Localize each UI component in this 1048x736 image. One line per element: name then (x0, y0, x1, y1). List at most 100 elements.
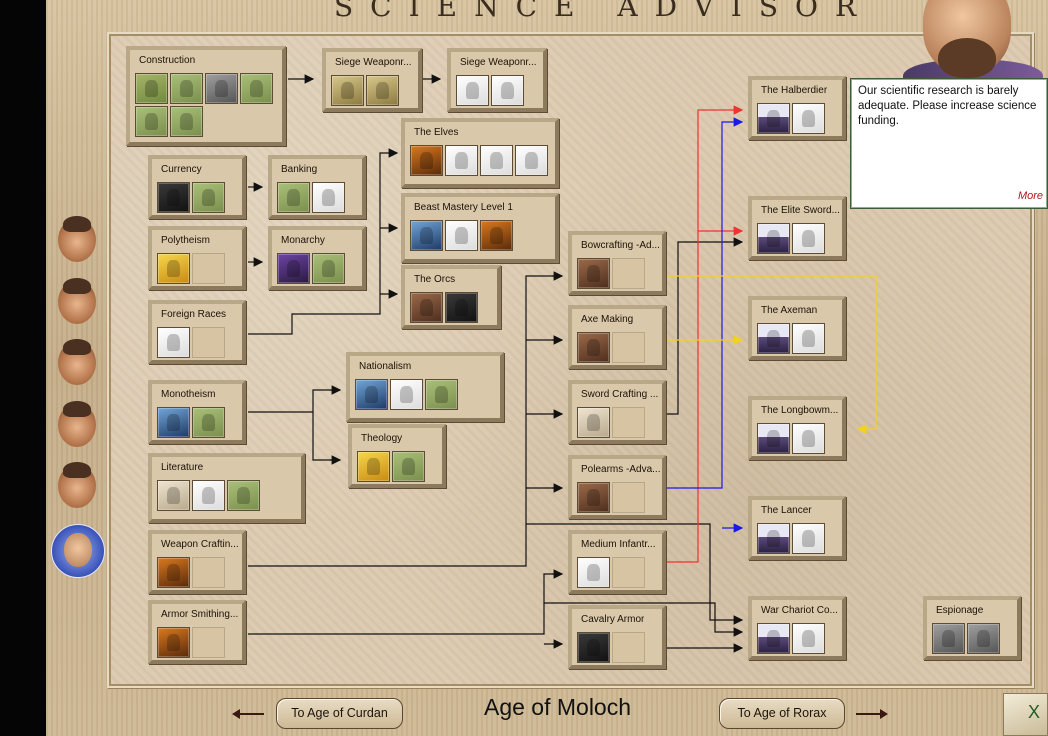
scroll-icon (425, 379, 458, 410)
army-icon (757, 523, 790, 554)
tech-node-elite[interactable]: The Elite Sword... (748, 196, 846, 260)
candle-icon (157, 253, 190, 284)
tech-node-axe[interactable]: Axe Making (568, 305, 666, 369)
advisor-portrait-1[interactable] (58, 216, 96, 262)
tech-node-construction[interactable]: Construction (126, 46, 286, 146)
close-button[interactable]: X (1003, 693, 1048, 736)
tech-node-elves[interactable]: The Elves (401, 118, 559, 188)
tech-node-label: Nationalism (359, 361, 412, 372)
advisor-message-box: Our scientific research is barely adequa… (850, 78, 1048, 209)
tech-node-theology[interactable]: Theology (348, 424, 446, 488)
advisor-portrait-science[interactable] (51, 524, 105, 578)
beast-icon (445, 220, 478, 251)
tech-node-label: Monotheism (161, 389, 216, 400)
prev-age-button[interactable]: To Age of Curdan (276, 698, 403, 729)
empty-slot (612, 332, 645, 363)
elf-knight-icon (515, 145, 548, 176)
colosseum-icon (170, 73, 203, 104)
crown-icon (277, 253, 310, 284)
tech-node-label: Literature (161, 462, 204, 473)
elf-warrior-icon (445, 145, 478, 176)
tech-node-medium[interactable]: Medium Infantr... (568, 530, 666, 594)
book-icon (157, 480, 190, 511)
tech-node-currency[interactable]: Currency (148, 155, 246, 219)
tech-node-orcs[interactable]: The Orcs (401, 265, 501, 329)
tech-node-foreign-races[interactable]: Foreign Races (148, 300, 246, 364)
school-icon (227, 480, 260, 511)
anvil-icon (157, 627, 190, 658)
tech-node-siege2[interactable]: Siege Weaponr... (447, 48, 547, 112)
library-icon (192, 480, 225, 511)
fire-icon (410, 145, 443, 176)
next-age-button[interactable]: To Age of Rorax (719, 698, 845, 729)
tech-node-armor[interactable]: Armor Smithing... (148, 600, 246, 664)
empty-slot (612, 557, 645, 588)
army-icon (757, 103, 790, 134)
tech-node-chariot[interactable]: War Chariot Co... (748, 596, 846, 660)
advisor-portrait-4[interactable] (58, 401, 96, 447)
map-icon (240, 73, 273, 104)
orc-icon (410, 292, 443, 323)
window-title: SCIENCE ADVISOR (334, 0, 874, 23)
longbowman-icon (792, 423, 825, 454)
tech-node-label: The Halberdier (761, 85, 828, 96)
siege-tower-icon (491, 75, 524, 106)
tech-node-nationalism[interactable]: Nationalism (346, 352, 504, 422)
tower-icon (205, 73, 238, 104)
army-icon (757, 623, 790, 654)
left-black-border (0, 0, 46, 736)
catapult-icon (366, 75, 399, 106)
tech-node-label: War Chariot Co... (761, 605, 838, 616)
spy-icon (932, 623, 965, 654)
tech-node-bow[interactable]: Bowcrafting -Ad... (568, 231, 666, 295)
tech-node-label: Banking (281, 164, 318, 175)
tech-node-label: The Lancer (761, 505, 812, 516)
house-icon (170, 106, 203, 137)
building-icon (312, 182, 345, 213)
tech-node-monotheism[interactable]: Monotheism (148, 380, 246, 444)
tower-icon (967, 623, 1000, 654)
advisor-portrait-2[interactable] (58, 278, 96, 324)
empty-slot (612, 407, 645, 438)
tech-node-label: The Elite Sword... (761, 205, 840, 216)
forge-icon (157, 557, 190, 588)
church-icon (192, 407, 225, 438)
catapult-icon (331, 75, 364, 106)
tech-node-label: Medium Infantr... (581, 539, 656, 550)
tech-node-cavalry[interactable]: Cavalry Armor (568, 605, 666, 669)
prev-age-arrow-icon (232, 709, 264, 719)
tech-node-label: Siege Weaponr... (460, 57, 537, 68)
tech-node-label: Sword Crafting ... (581, 389, 659, 400)
sword-icon (577, 407, 610, 438)
advisor-portrait-3[interactable] (58, 339, 96, 385)
tech-node-espionage[interactable]: Espionage (923, 596, 1021, 660)
bow-icon (577, 258, 610, 289)
more-link[interactable]: More (1018, 190, 1043, 202)
polearm-icon (577, 482, 610, 513)
chariot-icon (792, 623, 825, 654)
empty-slot (612, 482, 645, 513)
advisor-portrait-5[interactable] (58, 462, 96, 508)
tech-node-weapon[interactable]: Weapon Craftin... (148, 530, 246, 594)
tech-node-monarchy[interactable]: Monarchy (268, 226, 366, 290)
chainmail-icon (577, 557, 610, 588)
tech-node-literature[interactable]: Literature (148, 453, 305, 523)
tech-node-banking[interactable]: Banking (268, 155, 366, 219)
tech-node-longbow[interactable]: The Longbowm... (748, 396, 846, 460)
tech-node-lancer[interactable]: The Lancer (748, 496, 846, 560)
tech-node-sword[interactable]: Sword Crafting ... (568, 380, 666, 444)
temple-icon (135, 106, 168, 137)
tech-node-axeman[interactable]: The Axeman (748, 296, 846, 360)
tech-node-beast[interactable]: Beast Mastery Level 1 (401, 193, 559, 263)
close-icon: X (1028, 702, 1041, 722)
tech-node-label: Beast Mastery Level 1 (414, 202, 513, 213)
axe-icon (577, 332, 610, 363)
tech-node-siege1[interactable]: Siege Weaponr... (322, 48, 422, 112)
tech-node-polearms[interactable]: Polearms -Adva... (568, 455, 666, 519)
empty-slot (192, 327, 225, 358)
tech-node-polytheism[interactable]: Polytheism (148, 226, 246, 290)
empty-slot (612, 258, 645, 289)
fire-icon (480, 220, 513, 251)
flag-icon (355, 379, 388, 410)
tech-node-halberdier[interactable]: The Halberdier (748, 76, 846, 140)
